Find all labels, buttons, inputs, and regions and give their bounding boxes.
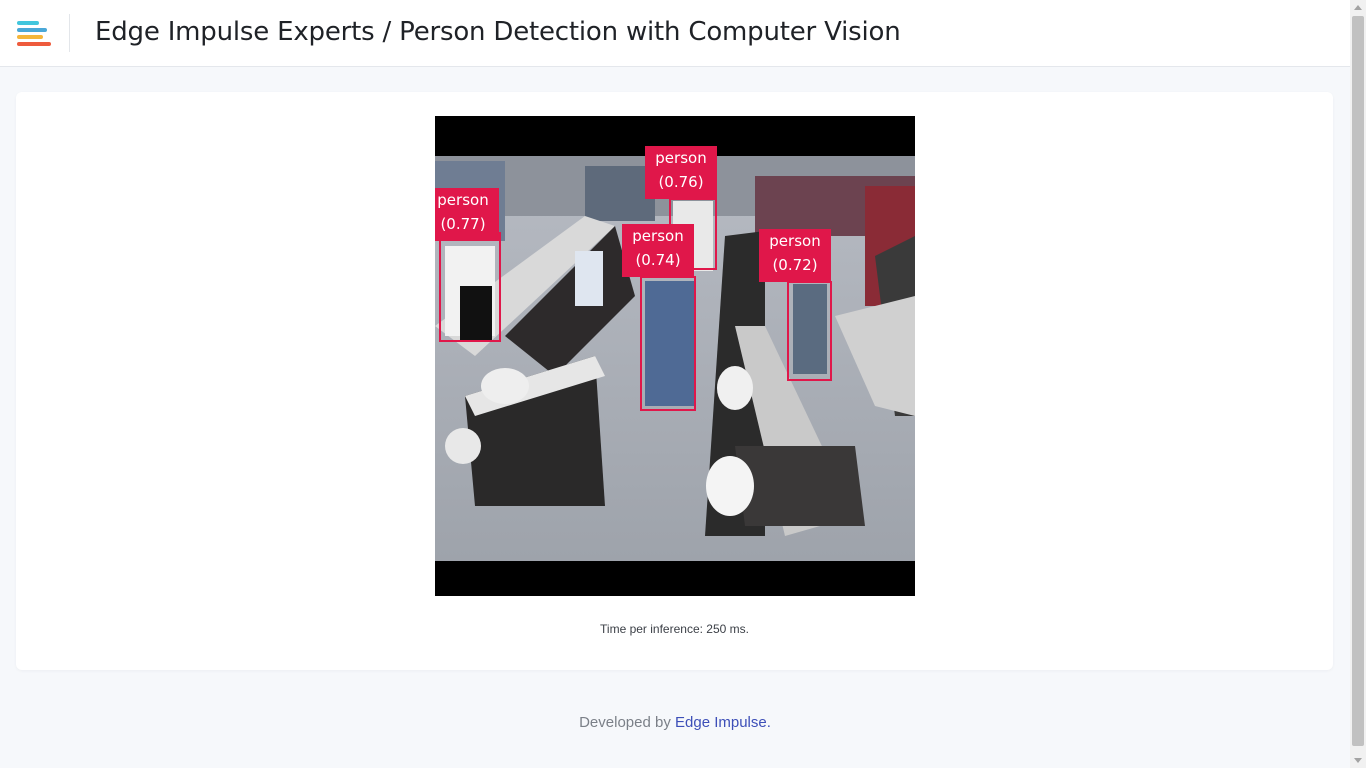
bbox-class: person — [632, 227, 684, 245]
edge-impulse-logo-icon[interactable] — [16, 19, 52, 47]
inference-card: person (0.77) person (0.76) person (0.74… — [16, 92, 1333, 670]
footer: Developed by Edge Impulse. — [0, 714, 1350, 731]
bounding-box — [439, 232, 501, 342]
page-title: Edge Impulse Experts / Person Detection … — [95, 17, 901, 47]
bbox-label: person (0.76) — [645, 146, 717, 199]
bounding-box — [640, 276, 696, 411]
vertical-scrollbar[interactable] — [1350, 0, 1366, 768]
bbox-label: person (0.77) — [435, 188, 499, 241]
footer-text: Developed by — [579, 714, 675, 731]
bbox-class: person — [769, 232, 821, 250]
bbox-label: person (0.74) — [622, 224, 694, 277]
bbox-score: (0.72) — [772, 256, 818, 274]
bbox-class: person — [437, 191, 489, 209]
camera-feed: person (0.77) person (0.76) person (0.74… — [435, 116, 915, 596]
header-divider — [69, 14, 70, 52]
scroll-thumb[interactable] — [1352, 16, 1364, 746]
bbox-score: (0.77) — [440, 215, 486, 233]
scroll-down-icon[interactable] — [1354, 758, 1362, 763]
header-bar: Edge Impulse Experts / Person Detection … — [0, 0, 1350, 67]
edge-impulse-link[interactable]: Edge Impulse. — [675, 714, 771, 731]
scroll-up-icon[interactable] — [1354, 5, 1362, 10]
bbox-score: (0.74) — [635, 251, 681, 269]
bounding-box — [787, 281, 832, 381]
bbox-label: person (0.72) — [759, 229, 831, 282]
bbox-score: (0.76) — [658, 173, 704, 191]
inference-time: Time per inference: 250 ms. — [600, 622, 749, 636]
bbox-class: person — [655, 149, 707, 167]
